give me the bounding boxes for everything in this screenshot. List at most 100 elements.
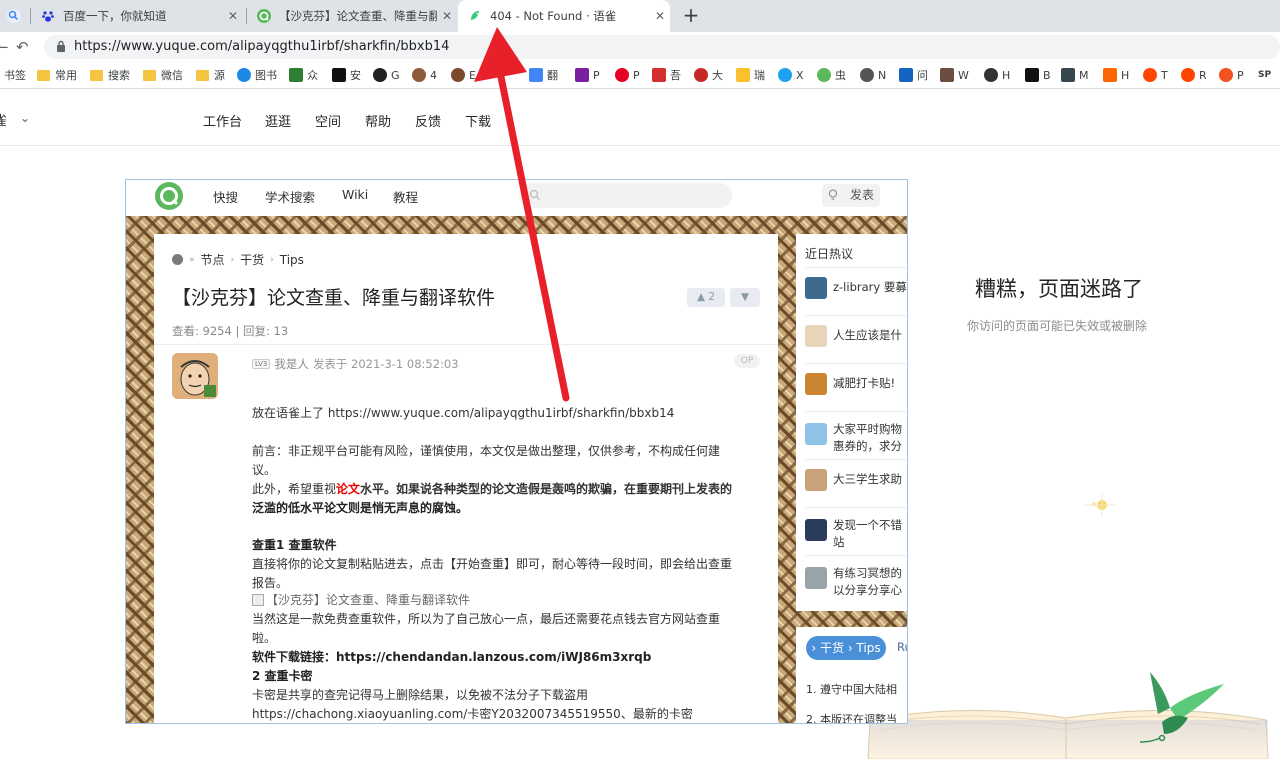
bookmark-p1[interactable]: P [575, 67, 600, 83]
article-card: » 节点 › 干货 › Tips 【沙克芬】论文查重、降重与翻译软件 ▲ 2 ▼… [154, 234, 778, 723]
downvote-button[interactable]: ▼ [730, 288, 760, 307]
nav-explore[interactable]: 逛逛 [265, 111, 291, 130]
post-meta: LV3 我是人 发表于 2021-3-1 08:52:03 [252, 356, 459, 372]
crumb-ganhuo[interactable]: 干货 [240, 251, 264, 268]
ie-icon [237, 68, 251, 82]
bookmark-wen[interactable]: 问 [899, 67, 928, 83]
nav-feedback[interactable]: 反馈 [415, 111, 441, 130]
eye-icon [860, 68, 874, 82]
bookmark-h[interactable]: H [984, 67, 1010, 83]
nav-download[interactable]: 下载 [465, 111, 491, 130]
author-avatar[interactable] [172, 353, 218, 399]
bookmark-folder-search[interactable]: 搜索 [90, 67, 130, 83]
space-switcher[interactable]: 雀 [0, 110, 7, 129]
divider [805, 459, 907, 460]
bookmark-e[interactable]: E [451, 67, 476, 83]
close-icon[interactable]: ✕ [650, 9, 670, 23]
bookmark-4[interactable]: 4 [412, 67, 437, 83]
divider [805, 555, 907, 556]
baidu-paw-icon [42, 11, 54, 22]
url-text: https://www.yuque.com/alipayqgthu1irbf/s… [74, 39, 450, 54]
op-badge: OP [734, 354, 760, 368]
rules-tab[interactable]: Ru [897, 640, 907, 654]
forum-search-input[interactable] [519, 183, 732, 208]
post-line: 前言：非正规平台可能有风险，谨慎使用，本文仅是做出整理，仅供参考，不构成任何建 [252, 444, 721, 458]
divider [154, 344, 778, 345]
grid-icon [652, 68, 666, 82]
bookmark-sp[interactable]: SP [1258, 67, 1271, 83]
tab-title: 百度一下，你就知道 [63, 9, 167, 23]
bookmark-pinterest[interactable]: P [615, 67, 640, 83]
close-icon[interactable]: ✕ [437, 9, 457, 23]
undo-icon[interactable]: ↶ [16, 38, 29, 56]
topic-thumbnail [805, 423, 827, 445]
tab-sharkfin[interactable]: 【沙克芬】论文查重、降重与翻译软件 ✕ [247, 0, 457, 32]
forum-nav-scholar[interactable]: 学术搜索 [265, 187, 315, 206]
bookmark-translate[interactable]: 翻 [529, 67, 558, 83]
m-letter-icon [1061, 68, 1075, 82]
bookmark-hackernews[interactable]: H [1103, 67, 1129, 83]
bookmark-n[interactable]: N [860, 67, 886, 83]
bookmark-m[interactable]: M [1061, 67, 1089, 83]
close-icon[interactable]: ✕ [223, 9, 243, 23]
bookmark-wu[interactable]: 吾 [652, 67, 681, 83]
bookmark-w[interactable]: W [940, 67, 969, 83]
lightbulb-icon [828, 189, 838, 200]
category-pill[interactable]: › 干货 › Tips [806, 636, 886, 660]
bookmark-an[interactable]: 安 [332, 67, 361, 83]
post-heading: 查重1 查重软件 [252, 538, 337, 552]
plus-icon [289, 68, 303, 82]
post-line: 啦。 [252, 631, 277, 645]
bookmark-github[interactable]: G [373, 67, 400, 83]
bookmark-r[interactable]: R [1181, 67, 1207, 83]
bookmark-zhong[interactable]: 众 [289, 67, 318, 83]
twitter-icon [778, 68, 792, 82]
tab-strip: 百度一下，你就知道 ✕ 【沙克芬】论文查重、降重与翻译软件 ✕ 404 - No… [0, 0, 1280, 32]
address-bar[interactable]: https://www.yuque.com/alipayqgthu1irbf/s… [44, 35, 1280, 59]
crumb-node[interactable]: 节点 [201, 251, 225, 268]
sidebar-title: 近日热议 [805, 247, 854, 261]
chevron-down-icon[interactable]: ⌄ [20, 111, 30, 125]
bookmark-b[interactable]: B [1025, 67, 1051, 83]
post-line: 直接将你的论文复制粘贴进去，点击【开始查重】即可，耐心等待一段时间，即会给出查重 [252, 557, 733, 571]
folder-icon [143, 69, 156, 81]
bookmark-p2[interactable]: P [1219, 67, 1244, 83]
bookmark-rui[interactable]: 瑞 [736, 67, 765, 83]
bookmark-folder-changyong[interactable]: 常用 [37, 67, 77, 83]
forward-icon[interactable]: ← [0, 38, 9, 56]
level-badge: LV3 [252, 359, 271, 369]
sparkle-decoration [1084, 494, 1116, 516]
bookmark-da[interactable]: 大 [694, 67, 723, 83]
bookmark-x[interactable]: X [778, 67, 804, 83]
bookmark-folder-source[interactable]: 源 [196, 67, 225, 83]
home-icon[interactable] [172, 254, 183, 265]
bookmark-item[interactable]: 书签 [4, 67, 26, 83]
post-heading: 2 查重卡密 [252, 669, 313, 683]
post-line[interactable]: https://chachong.xiaoyuanling.com/卡密Y203… [252, 705, 693, 723]
new-tab-button[interactable]: + [680, 4, 702, 26]
nav-space[interactable]: 空间 [315, 111, 341, 130]
download-link-line[interactable]: 软件下载链接：https://chendandan.lanzous.com/iW… [252, 648, 651, 667]
tab-yuque-404[interactable]: 404 - Not Found · 语雀 ✕ [458, 0, 670, 32]
crumb-tips[interactable]: Tips [280, 253, 304, 267]
bookmark-chong[interactable]: 虫 [817, 67, 846, 83]
tab-baidu[interactable]: 百度一下，你就知道 ✕ [31, 0, 243, 32]
b-letter-icon [1025, 68, 1039, 82]
bookmark-t[interactable]: T [1143, 67, 1168, 83]
upvote-button[interactable]: ▲ 2 [687, 288, 725, 307]
nav-workbench[interactable]: 工作台 [203, 111, 242, 130]
tab-search-icon[interactable] [6, 8, 22, 24]
divider [805, 507, 907, 508]
bookmark-books[interactable]: 图书 [237, 67, 277, 83]
lines-icon [899, 68, 913, 82]
post-button[interactable]: 发表 [822, 184, 880, 207]
forum-nav-tutorial[interactable]: 教程 [393, 187, 418, 206]
author-name[interactable]: 我是人 [274, 356, 309, 372]
nav-help[interactable]: 帮助 [365, 111, 391, 130]
forum-nav-kuaisou[interactable]: 快搜 [213, 187, 238, 206]
tab-title: 404 - Not Found · 语雀 [490, 9, 617, 23]
forum-nav-wiki[interactable]: Wiki [342, 187, 368, 202]
post-line: 泛滥的低水平论文则是悄无声息的腐蚀。 [252, 501, 469, 515]
tab-title: 【沙克芬】论文查重、降重与翻译软件 [279, 9, 437, 23]
bookmark-folder-weixin[interactable]: 微信 [143, 67, 183, 83]
